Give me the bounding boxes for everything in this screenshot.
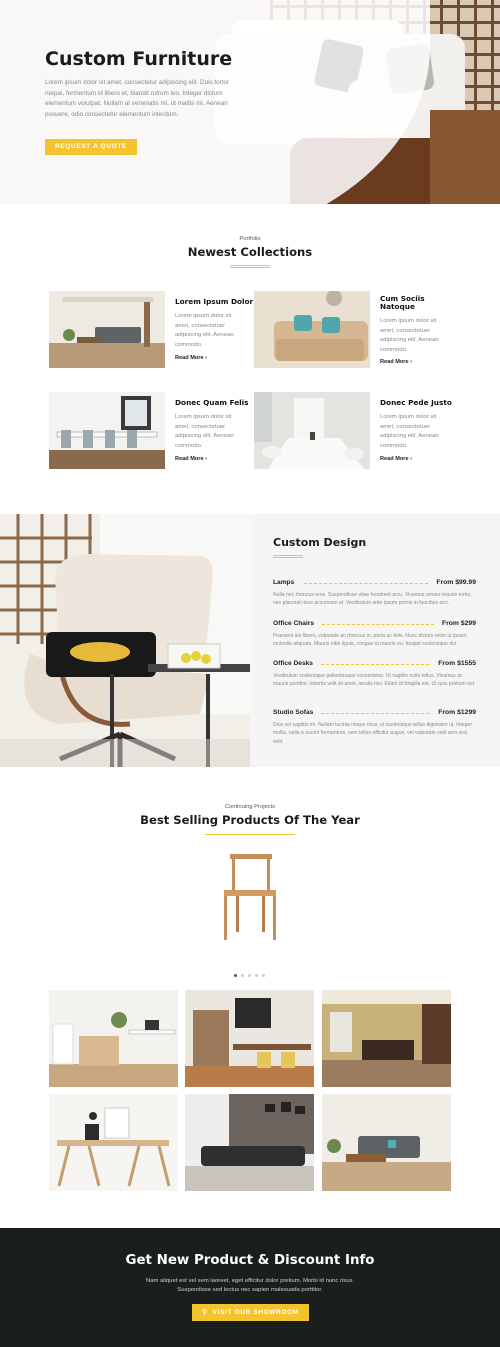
dining-room-image <box>49 392 165 469</box>
card-title[interactable]: Donec Quam Felis <box>175 398 255 407</box>
living-room-image <box>49 291 165 368</box>
wooden-chair-image <box>224 854 276 940</box>
read-more-label: Read More <box>175 355 204 361</box>
home-office-image <box>49 990 178 1087</box>
visit-showroom-button[interactable]: ⚲ VISIT OUR SHOWROOM <box>192 1304 309 1321</box>
collection-image[interactable] <box>254 291 370 368</box>
price-item-name: Office Desks <box>273 660 313 667</box>
title-underline <box>205 834 295 835</box>
price-item-desc: Nulla nec rhoncus eros. Suspendisse vita… <box>273 592 472 607</box>
footer-text: Nam aliquet est vel sem laoreet, eget ef… <box>145 1278 355 1294</box>
game-room-image <box>322 990 451 1087</box>
read-more-link[interactable]: Read More › <box>175 456 207 462</box>
card-title[interactable]: Cum Sociis Natoque <box>380 294 452 312</box>
gallery-image[interactable] <box>185 1094 314 1191</box>
map-pin-icon: ⚲ <box>202 1309 208 1316</box>
gallery-image[interactable] <box>185 990 314 1087</box>
hero-title: Custom Furniture <box>45 48 233 70</box>
read-more-label: Read More <box>380 359 409 365</box>
price-item-desc: Vestibulum scelerisque pellentesque cons… <box>273 673 476 688</box>
product-slide-chair[interactable] <box>200 850 300 945</box>
price-item-name: Office Chairs <box>273 620 315 627</box>
price-item-value: From $299 <box>441 620 476 627</box>
price-item-value: From $1555 <box>438 660 476 667</box>
gallery-image[interactable] <box>322 1094 451 1191</box>
projects-title: Best Selling Products Of The Year <box>140 813 360 827</box>
price-item-desc: Praesent leo libero, vulputate ac rhoncu… <box>273 633 467 648</box>
price-item-name: Lamps <box>273 579 295 586</box>
read-more-label: Read More <box>380 456 409 462</box>
price-item-name: Studio Sofas <box>273 709 314 716</box>
chevron-right-icon: › <box>410 359 413 365</box>
title-underline <box>230 265 270 268</box>
gallery-image[interactable] <box>49 1094 178 1191</box>
slider-dot[interactable] <box>241 974 244 977</box>
card-desc: Lorem ipsum dolor sit amet, consectetuer… <box>380 414 439 449</box>
hero-section: Custom Furniture Lorem ipsum dolor sit a… <box>0 0 500 204</box>
slider-dot[interactable] <box>248 974 251 977</box>
lounge-chair-illustration <box>0 514 250 767</box>
price-leader <box>321 713 429 714</box>
chevron-right-icon: › <box>205 355 208 361</box>
read-more-link[interactable]: Read More › <box>380 456 412 462</box>
desk-image <box>49 1094 178 1191</box>
read-more-link[interactable]: Read More › <box>380 359 412 365</box>
collection-image[interactable] <box>49 392 165 469</box>
design-title: Custom Design <box>273 536 367 549</box>
custom-design-panel: Custom Design Lamps From $99.99 Nulla ne… <box>250 514 500 767</box>
sofa-image <box>254 291 370 368</box>
gallery-image[interactable] <box>49 990 178 1087</box>
card-desc: Lorem ipsum dolor sit amet, consectetuer… <box>175 313 234 348</box>
gallery-image[interactable] <box>322 990 451 1087</box>
hero-text: Lorem ipsum dolor sit amet, consectetur … <box>45 79 230 118</box>
white-dining-image <box>254 392 370 469</box>
hero-table-leg <box>430 110 500 204</box>
office-image <box>185 990 314 1087</box>
slider-dot[interactable] <box>262 974 265 977</box>
read-more-label: Read More <box>175 456 204 462</box>
card-desc: Lorem ipsum dolor sit amet, consectetuer… <box>175 414 234 449</box>
card-title[interactable]: Lorem Ipsum Dolor <box>175 297 255 306</box>
slider-dot[interactable] <box>234 974 237 977</box>
collection-image[interactable] <box>254 392 370 469</box>
price-item-value: From $99.99 <box>436 579 476 586</box>
portfolio-title: Newest Collections <box>187 245 313 259</box>
title-underline <box>273 555 303 558</box>
slider-dot[interactable] <box>255 974 258 977</box>
card-desc: Lorem ipsum dolor sit amet, consectetuer… <box>380 318 439 353</box>
chevron-right-icon: › <box>205 456 208 462</box>
price-leader <box>321 664 429 665</box>
collection-image[interactable] <box>49 291 165 368</box>
newsletter-footer: Get New Product & Discount Info Nam aliq… <box>0 1228 500 1347</box>
visit-showroom-label: VISIT OUR SHOWROOM <box>212 1309 299 1316</box>
price-leader <box>304 583 428 584</box>
request-quote-button[interactable]: REQUEST A QUOTE <box>45 139 137 155</box>
lounge-chair-image <box>0 514 250 767</box>
card-title[interactable]: Donec Pede Justo <box>380 398 460 407</box>
chevron-right-icon: › <box>410 456 413 462</box>
price-item-value: From $1299 <box>438 709 476 716</box>
living-room-image <box>322 1094 451 1191</box>
read-more-link[interactable]: Read More › <box>175 355 207 361</box>
price-item-desc: Duis vel sagittis mi. Nullam lacinia neq… <box>273 722 473 745</box>
footer-title: Get New Product & Discount Info <box>125 1253 375 1268</box>
projects-kicker: Continuing Projects <box>224 804 276 810</box>
portfolio-kicker: Portfolio <box>239 236 261 242</box>
sectional-sofa-image <box>185 1094 314 1191</box>
